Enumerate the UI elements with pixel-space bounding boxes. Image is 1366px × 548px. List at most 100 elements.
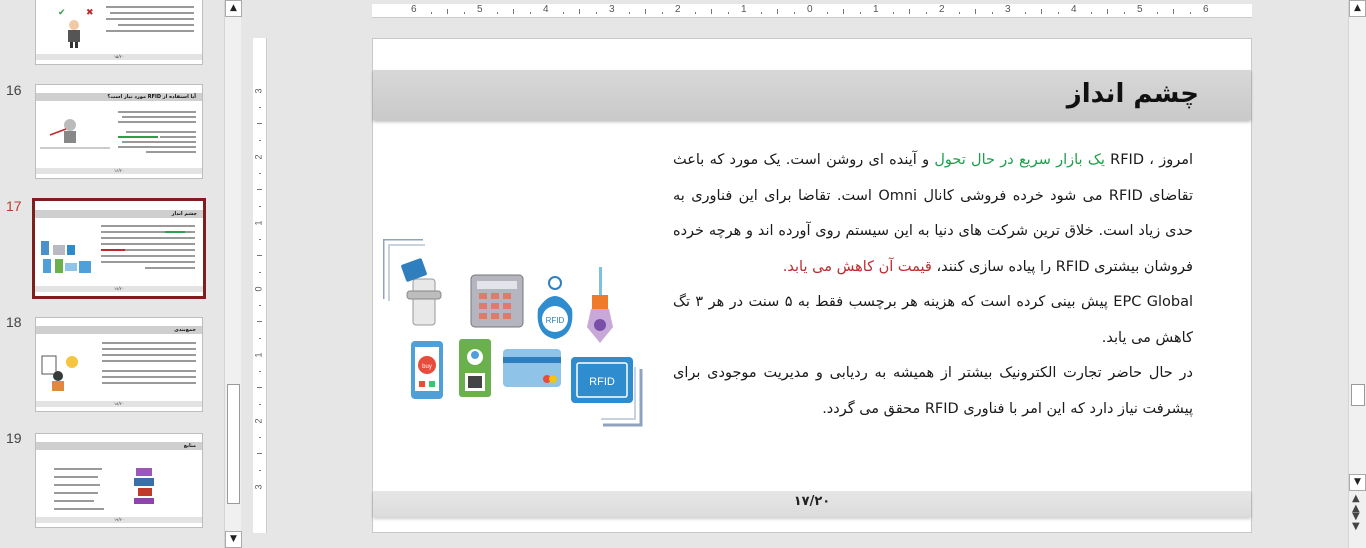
slide-thumbnail-15[interactable]: ✔ ✖ ۱۵/۲۰	[35, 0, 203, 65]
ruler-tick	[562, 12, 564, 14]
slide-canvas[interactable]: چشم انداز امروز ، RFID یک بازار سریع در …	[372, 38, 1252, 533]
ruler-tick	[259, 469, 261, 471]
slide-thumbnail-17[interactable]: چشم انداز ۱۷/۲۰	[32, 198, 206, 299]
highlighted-text-red: قیمت آن کاهش می یابد.	[782, 258, 932, 275]
ruler-tick	[259, 205, 261, 207]
rfid-card-icon: RFID	[571, 357, 633, 403]
id-badge-icon	[459, 339, 491, 397]
ruler-tick	[777, 9, 778, 14]
ruler-tick	[793, 12, 795, 14]
paragraph-3: در حال حاضر تجارت الکترونیک بیشتر از همی…	[673, 365, 1193, 417]
slide-area-scrollbar[interactable]: ▲ ▼ ▲ ▲ ▼ ▼	[1348, 0, 1366, 548]
ruler-tick	[257, 123, 262, 124]
paragraph-1: امروز ، RFID یک بازار سریع در حال تحول و…	[673, 143, 1193, 285]
ruler-tick-label: 3	[609, 4, 615, 15]
ruler-tick	[925, 12, 927, 14]
ruler-tick	[259, 238, 261, 240]
svg-text:RFID: RFID	[589, 376, 615, 388]
ruler-tick	[1090, 12, 1092, 14]
ruler-tick-label: 3	[253, 88, 264, 94]
ruler-tick	[257, 255, 262, 256]
thumbnail-page-number: ۱۵/۲۰	[114, 54, 124, 59]
ruler-tick-label: 2	[253, 154, 264, 160]
horizontal-ruler[interactable]: 6 5 4 3 2 1 0 1 2 3 4 5 6	[372, 4, 1252, 18]
ruler-tick	[826, 12, 828, 14]
slide-number: 19	[6, 430, 22, 446]
slide-header-bar: چشم انداز	[373, 70, 1251, 120]
ruler-tick	[645, 9, 646, 14]
slide-thumbnail-panel: ✔ ✖ ۱۵/۲۰ 16 آیا استفاده از RFID مورد نی…	[0, 0, 222, 548]
thumbnail-page-number: ۱۶/۲۰	[114, 168, 124, 173]
ruler-tick	[1156, 12, 1158, 14]
scroll-up-arrow-icon[interactable]: ▲	[225, 0, 242, 17]
ruler-tick	[859, 12, 861, 14]
ruler-tick-label: 0	[807, 4, 813, 15]
slide-thumbnail-18[interactable]: جمع‌بندی ۱۸/۲۰	[35, 317, 203, 412]
ruler-tick	[909, 9, 910, 14]
ruler-tick	[760, 12, 762, 14]
slide-footer-bar: ۱۷/۲۰	[373, 491, 1251, 517]
ruler-tick-label: 1	[873, 4, 879, 15]
rfid-fob-icon: RFID	[537, 276, 573, 339]
ruler-tick	[1173, 9, 1174, 14]
thumbnail-image	[41, 342, 196, 391]
thumbnail-image	[41, 225, 195, 273]
ruler-tick	[259, 403, 261, 405]
ruler-tick-label: 0	[253, 286, 264, 292]
svg-text:RFID: RFID	[546, 316, 565, 325]
rfid-illustration[interactable]: RFID buy RFID	[383, 239, 645, 429]
ruler-tick-label: 2	[939, 4, 945, 15]
keypad-icon	[470, 274, 524, 328]
door-reader-icon	[401, 258, 442, 326]
ruler-tick	[661, 12, 663, 14]
ruler-tick	[259, 337, 261, 339]
thumbnail-footer: ۱۹/۲۰	[36, 517, 202, 523]
thumbnail-footer: ۱۸/۲۰	[36, 401, 202, 407]
ruler-tick	[259, 172, 261, 174]
scroll-down-arrow-icon[interactable]: ▼	[1349, 474, 1366, 491]
next-slide-icon[interactable]: ▼ ▼	[1352, 512, 1360, 532]
ruler-tick-label: 4	[543, 4, 549, 15]
slide-thumbnail-16[interactable]: آیا استفاده از RFID مورد نیاز است؟ ۱۶/۲۰	[35, 84, 203, 179]
slide-body-text[interactable]: امروز ، RFID یک بازار سریع در حال تحول و…	[673, 143, 1193, 427]
scrollbar-thumb[interactable]	[227, 384, 240, 504]
ruler-tick	[958, 12, 960, 14]
ruler-tick-label: 4	[1071, 4, 1077, 15]
ruler-tick-label: 2	[675, 4, 681, 15]
scroll-down-arrow-icon[interactable]: ▼	[225, 531, 242, 548]
slide-thumbnail-19[interactable]: منابع ۱۹/۲۰	[35, 433, 203, 528]
ruler-tick	[259, 304, 261, 306]
ruler-tick	[430, 12, 432, 14]
slide-number: 17	[6, 198, 22, 214]
thumbnail-footer: ۱۶/۲۰	[36, 168, 202, 174]
slide-number: 16	[6, 82, 22, 98]
ruler-tick	[1123, 12, 1125, 14]
ruler-tick	[257, 453, 262, 454]
ruler-tick	[259, 436, 261, 438]
ruler-tick	[975, 9, 976, 14]
slide-page-number: ۱۷/۲۰	[793, 494, 831, 509]
vertical-ruler[interactable]: 3 2 1 0 1 2 3	[253, 38, 267, 533]
ruler-tick	[257, 387, 262, 388]
scroll-up-arrow-icon[interactable]: ▲	[1349, 0, 1366, 17]
ruler-tick-label: 1	[253, 220, 264, 226]
ruler-tick	[1057, 12, 1059, 14]
ruler-tick	[991, 12, 993, 14]
credit-card-icon	[503, 349, 561, 387]
ruler-tick	[259, 139, 261, 141]
slide-title[interactable]: چشم انداز	[1067, 79, 1199, 109]
highlighted-text-green: یک بازار سریع در حال تحول	[934, 152, 1105, 168]
ruler-tick	[463, 12, 465, 14]
ruler-tick	[257, 321, 262, 322]
presentation-editor: ✔ ✖ ۱۵/۲۰ 16 آیا استفاده از RFID مورد نی…	[0, 0, 1366, 548]
ruler-tick-label: 5	[477, 4, 483, 15]
scrollbar-thumb[interactable]	[1351, 384, 1365, 406]
thumbnail-footer: ۱۵/۲۰	[36, 54, 202, 60]
svg-text:✔: ✔	[58, 8, 66, 18]
thumbnail-panel-scrollbar[interactable]: ▲ ▼	[224, 0, 242, 548]
slide-number: 18	[6, 314, 22, 330]
ruler-tick	[257, 189, 262, 190]
ruler-tick-label: 3	[1005, 4, 1011, 15]
ruler-tick-label: 3	[253, 484, 264, 490]
thumbnail-footer: ۱۷/۲۰	[35, 286, 203, 292]
